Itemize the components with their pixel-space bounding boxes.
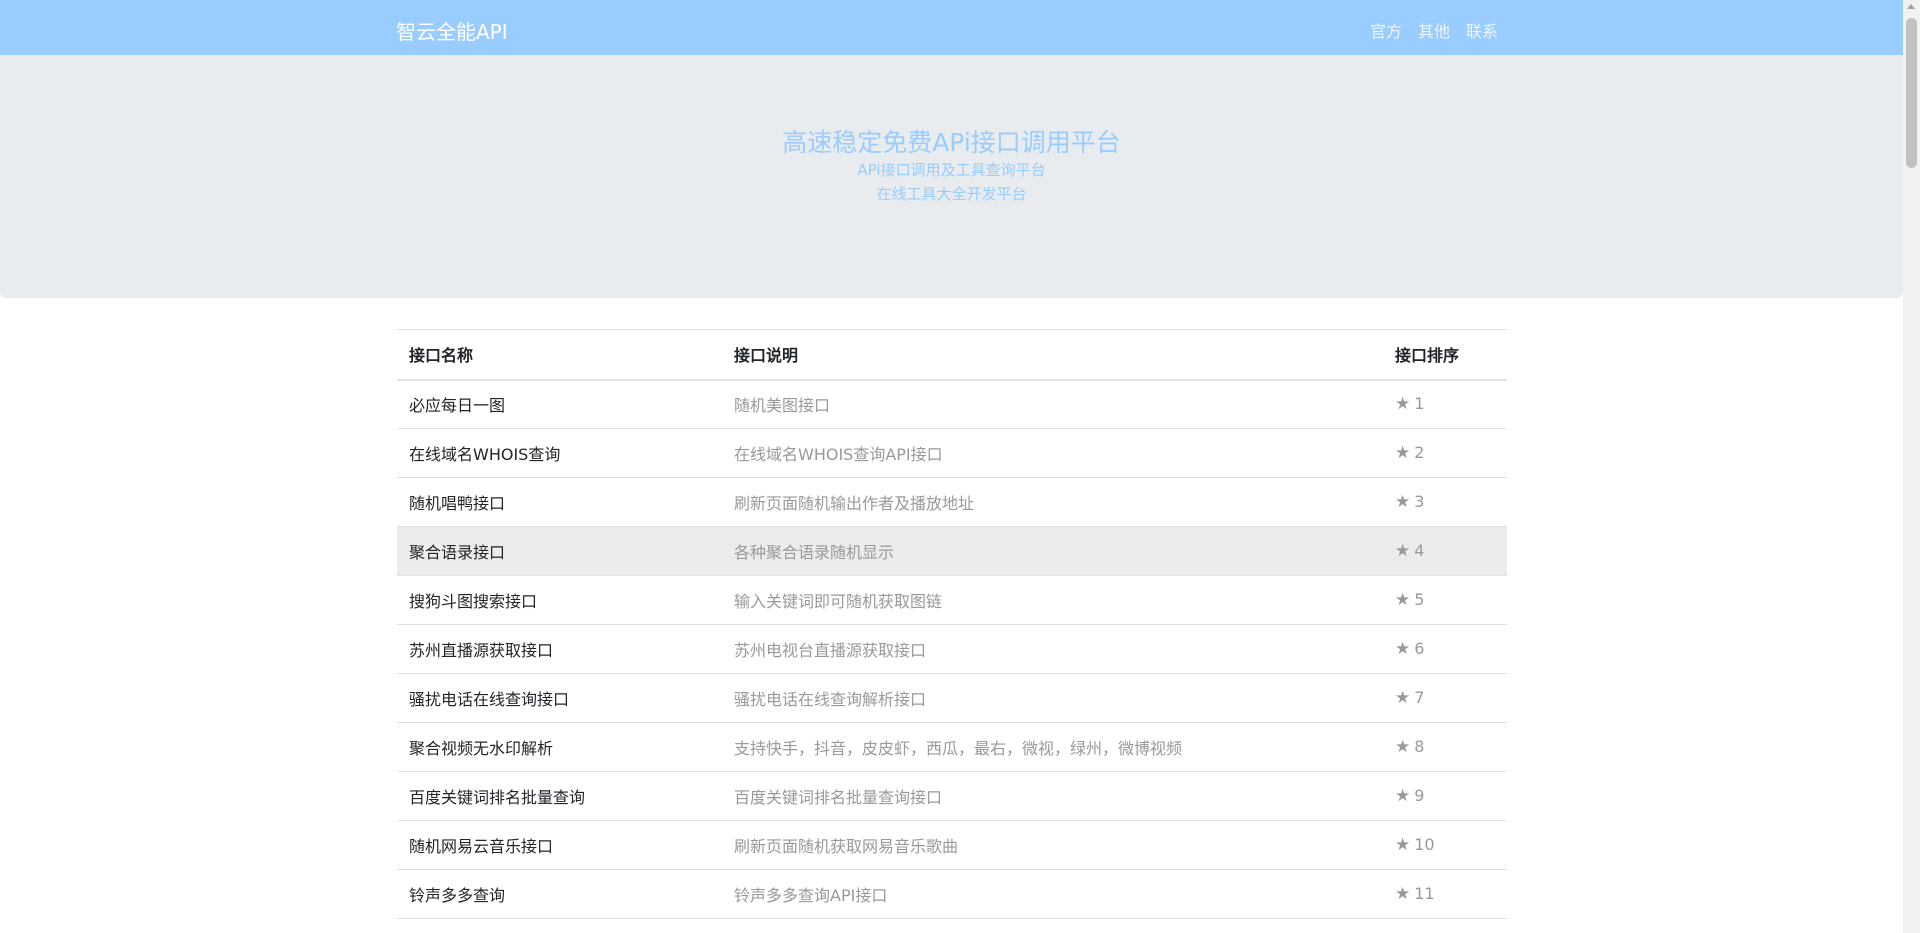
- table-row[interactable]: 随机网易云音乐接口 刷新页面随机获取网易音乐歌曲 ★ 10: [397, 820, 1507, 870]
- table-row[interactable]: 骚扰电话在线查询接口 骚扰电话在线查询解析接口 ★ 7: [397, 673, 1507, 723]
- hero-subtitle-1: APi接口调用及工具查询平台: [857, 161, 1046, 179]
- api-name-cell[interactable]: 骚扰电话在线查询接口: [397, 673, 722, 723]
- api-rank-cell: ★ 7: [1383, 673, 1507, 723]
- api-rank-value: 4: [1414, 541, 1425, 560]
- star-icon: ★: [1395, 541, 1411, 561]
- header-api-description: 接口说明: [722, 329, 1383, 381]
- nav-links: 官方 其他 联系: [1370, 18, 1498, 42]
- hero-subtitle-2: 在线工具大全开发平台: [876, 185, 1027, 203]
- hero-banner: 高速稳定免费APi接口调用平台 APi接口调用及工具查询平台 在线工具大全开发平…: [0, 55, 1903, 298]
- api-name-cell[interactable]: 在线域名WHOIS查询: [397, 428, 722, 478]
- navbar: 智云全能API 官方 其他 联系: [0, 0, 1903, 55]
- api-rank-value: 9: [1414, 786, 1425, 805]
- api-rank-value: 7: [1414, 688, 1425, 707]
- star-icon: ★: [1395, 590, 1411, 610]
- api-rank-value: 3: [1414, 492, 1425, 511]
- table-row[interactable]: 聚合视频无水印解析 支持快手，抖音，皮皮虾，西瓜，最右，微视，绿州，微博视频 ★ 8: [397, 722, 1507, 772]
- api-rank-value: 11: [1414, 884, 1435, 903]
- api-rank-cell: ★ 3: [1383, 477, 1507, 527]
- star-icon: ★: [1395, 737, 1411, 757]
- api-name-cell[interactable]: 必应每日一图: [397, 379, 722, 429]
- table-row[interactable]: 铃声多多查询 铃声多多查询API接口 ★ 11: [397, 869, 1507, 919]
- star-icon: ★: [1395, 492, 1411, 512]
- table-header-row: 接口名称 接口说明 接口排序: [397, 329, 1507, 381]
- api-rank-value: 6: [1414, 639, 1425, 658]
- api-name-cell[interactable]: 铃声多多查询: [397, 869, 722, 919]
- api-rank-cell: ★ 1: [1383, 379, 1507, 429]
- star-icon: ★: [1395, 394, 1411, 415]
- nav-link-contact[interactable]: 联系: [1466, 18, 1498, 42]
- api-description-cell: 随机美图接口: [722, 379, 1383, 429]
- api-rank-value: 1: [1414, 394, 1425, 414]
- api-description-cell: 铃声多多查询API接口: [722, 869, 1383, 919]
- nav-link-other[interactable]: 其他: [1418, 18, 1450, 42]
- api-name-cell[interactable]: 随机网易云音乐接口: [397, 820, 722, 870]
- api-description-cell: 刷新页面随机输出作者及播放地址: [722, 477, 1383, 527]
- api-rank-value: 5: [1414, 590, 1425, 609]
- api-name-cell[interactable]: 聚合视频无水印解析: [397, 722, 722, 772]
- api-rank-cell: ★ 4: [1383, 526, 1507, 576]
- api-rank-value: 8: [1414, 737, 1425, 756]
- table-row[interactable]: 聚合语录接口 各种聚合语录随机显示 ★ 4: [397, 526, 1507, 576]
- api-description-cell: 刷新页面随机获取网易音乐歌曲: [722, 820, 1383, 870]
- hero-title: 高速稳定免费APi接口调用平台: [782, 128, 1121, 157]
- api-description-cell: 输入关键词即可随机获取图链: [722, 575, 1383, 625]
- api-description-cell: 支持快手，抖音，皮皮虾，西瓜，最右，微视，绿州，微博视频: [722, 722, 1383, 772]
- star-icon: ★: [1395, 835, 1411, 855]
- star-icon: ★: [1395, 639, 1411, 659]
- vertical-scrollbar[interactable]: [1903, 0, 1920, 933]
- scrollbar-thumb[interactable]: [1906, 18, 1917, 168]
- api-rank-cell: ★ 6: [1383, 624, 1507, 674]
- api-name-cell[interactable]: 苏州直播源获取接口: [397, 624, 722, 674]
- table-row[interactable]: 在线域名WHOIS查询 在线域名WHOIS查询API接口 ★ 2: [397, 428, 1507, 478]
- star-icon: ★: [1395, 443, 1411, 463]
- api-name-cell[interactable]: 聚合语录接口: [397, 526, 722, 576]
- header-api-rank: 接口排序: [1383, 329, 1507, 381]
- api-description-cell: 百度关键词排名批量查询接口: [722, 771, 1383, 821]
- table-row[interactable]: 随机唱鸭接口 刷新页面随机输出作者及播放地址 ★ 3: [397, 477, 1507, 527]
- brand-logo-text[interactable]: 智云全能API: [396, 16, 508, 45]
- api-description-cell: 苏州电视台直播源获取接口: [722, 624, 1383, 674]
- api-name-cell[interactable]: 搜狗斗图搜索接口: [397, 575, 722, 625]
- api-rank-value: 2: [1414, 443, 1425, 462]
- api-rank-value: 10: [1414, 835, 1435, 854]
- star-icon: ★: [1395, 884, 1411, 904]
- api-rank-cell: ★ 5: [1383, 575, 1507, 625]
- api-name-cell[interactable]: 随机唱鸭接口: [397, 477, 722, 527]
- table-row[interactable]: 百度关键词排名批量查询 百度关键词排名批量查询接口 ★ 9: [397, 771, 1507, 821]
- table-row[interactable]: 必应每日一图 随机美图接口 ★ 1: [397, 379, 1507, 429]
- scroll-up-arrow-icon[interactable]: [1907, 4, 1915, 9]
- api-name-cell[interactable]: 百度关键词排名批量查询: [397, 771, 722, 821]
- api-rank-cell: ★ 2: [1383, 428, 1507, 478]
- api-rank-cell: ★ 9: [1383, 771, 1507, 821]
- api-rank-cell: ★ 8: [1383, 722, 1507, 772]
- api-table: 接口名称 接口说明 接口排序 必应每日一图 随机美图接口 ★ 1 在线域名WHOIS查询…: [397, 329, 1507, 919]
- api-rank-cell: ★ 10: [1383, 820, 1507, 870]
- api-description-cell: 在线域名WHOIS查询API接口: [722, 428, 1383, 478]
- star-icon: ★: [1395, 688, 1411, 708]
- api-description-cell: 各种聚合语录随机显示: [722, 526, 1383, 576]
- api-description-cell: 骚扰电话在线查询解析接口: [722, 673, 1383, 723]
- table-row[interactable]: 苏州直播源获取接口 苏州电视台直播源获取接口 ★ 6: [397, 624, 1507, 674]
- header-api-name: 接口名称: [397, 329, 722, 381]
- table-row[interactable]: 搜狗斗图搜索接口 输入关键词即可随机获取图链 ★ 5: [397, 575, 1507, 625]
- nav-link-official[interactable]: 官方: [1370, 18, 1402, 42]
- star-icon: ★: [1395, 786, 1411, 806]
- api-rank-cell: ★ 11: [1383, 869, 1507, 919]
